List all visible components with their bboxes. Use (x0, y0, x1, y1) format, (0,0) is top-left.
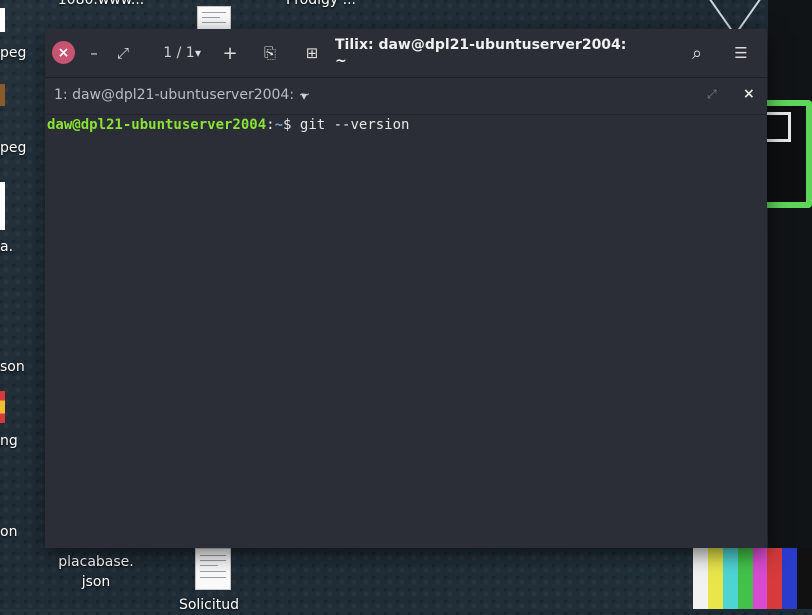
wallpaper-art (768, 0, 812, 609)
menu-button[interactable]: ☰ (729, 29, 753, 77)
hamburger-menu-icon: ☰ (734, 44, 748, 62)
prompt-symbol: $ (283, 117, 300, 133)
tv-color-bar (767, 548, 783, 609)
search-icon: ⌕ (691, 42, 703, 64)
command-line: daw@dpl21-ubuntuserver2004:~$ git --vers… (47, 116, 409, 134)
prompt-path: ~ (274, 117, 284, 133)
search-button[interactable]: ⌕ (685, 29, 709, 77)
prompt-separator: : (266, 117, 275, 133)
document-thumbnail-icon[interactable] (195, 548, 231, 590)
tv-color-bar (722, 548, 738, 609)
tv-color-bar (782, 548, 798, 609)
command-text: git --version (299, 117, 410, 133)
desktop-label-on[interactable]: on (0, 522, 17, 542)
tv-color-bar (797, 548, 812, 609)
close-window-button[interactable]: × (52, 41, 75, 64)
maximize-terminal-icon[interactable]: ⤢ (707, 87, 717, 102)
title-bar[interactable]: × – ⤢ 1 / 1 ▾ + ⎘ ⊞ Tilix: daw@dpl21-ubu… (45, 29, 767, 78)
wallpaper-inner-frame (766, 112, 791, 142)
split-down-icon: ⊞ (305, 44, 319, 62)
close-icon: × (57, 44, 70, 61)
desktop-label-placabase-ext[interactable]: json (50, 572, 142, 592)
desktop-label-prodigy[interactable]: Prodigy ... (276, 0, 366, 10)
file-icon[interactable] (0, 8, 5, 32)
desktop-label-a[interactable]: a. (0, 237, 13, 257)
tv-color-bar (707, 548, 723, 609)
split-right-icon: ⎘ (263, 44, 276, 62)
desktop-label-son[interactable]: son (0, 357, 25, 377)
maximize-icon: ⤢ (116, 44, 129, 62)
terminal-output[interactable]: daw@dpl21-ubuntuserver2004:~$ git --vers… (45, 115, 767, 548)
close-terminal-icon[interactable]: × (743, 86, 755, 102)
tv-color-bar (737, 548, 753, 609)
minimize-icon: – (90, 44, 98, 62)
desktop-label-1080[interactable]: 1080.www... (56, 0, 146, 10)
tv-color-bar (693, 548, 708, 609)
desktop-label-peg-2[interactable]: peg (0, 138, 26, 158)
flag-image-icon[interactable] (0, 391, 5, 423)
minimize-button[interactable]: – (83, 29, 105, 77)
terminal-tab-title[interactable]: 1: daw@dpl21-ubuntuserver2004: ~ (54, 87, 310, 103)
add-terminal-down-button[interactable]: ⊞ (300, 29, 324, 77)
session-dropdown-button[interactable]: ▾ (189, 29, 207, 77)
wallpaper-lines (700, 0, 770, 30)
add-terminal-right-button[interactable]: ⎘ (258, 29, 282, 77)
desktop-label-ng[interactable]: ng (0, 431, 18, 451)
add-session-button[interactable]: + (218, 29, 242, 77)
prompt-user-host: daw@dpl21-ubuntuserver2004 (47, 117, 267, 133)
chevron-down-icon[interactable]: ▾ (301, 89, 307, 103)
file-icon[interactable] (0, 182, 5, 230)
window-title: Tilix: daw@dpl21-ubuntuserver2004: ~ (335, 37, 627, 69)
tv-color-bar (752, 548, 768, 609)
terminal-tab-bar[interactable]: 1: daw@dpl21-ubuntuserver2004: ~ ▾ ⤢ × (45, 78, 767, 115)
chevron-down-icon: ▾ (194, 46, 202, 60)
desktop-label-solicitud[interactable]: Solicitud (166, 595, 252, 615)
image-file-icon[interactable] (0, 84, 5, 106)
terminal-window: × – ⤢ 1 / 1 ▾ + ⎘ ⊞ Tilix: daw@dpl21-ubu… (45, 29, 767, 548)
desktop-label-placabase[interactable]: placabase. (50, 552, 142, 572)
desktop-label-peg-1[interactable]: peg (0, 43, 26, 63)
maximize-button[interactable]: ⤢ (112, 29, 134, 77)
tv-color-bars (693, 548, 812, 609)
plus-icon: + (222, 42, 238, 64)
